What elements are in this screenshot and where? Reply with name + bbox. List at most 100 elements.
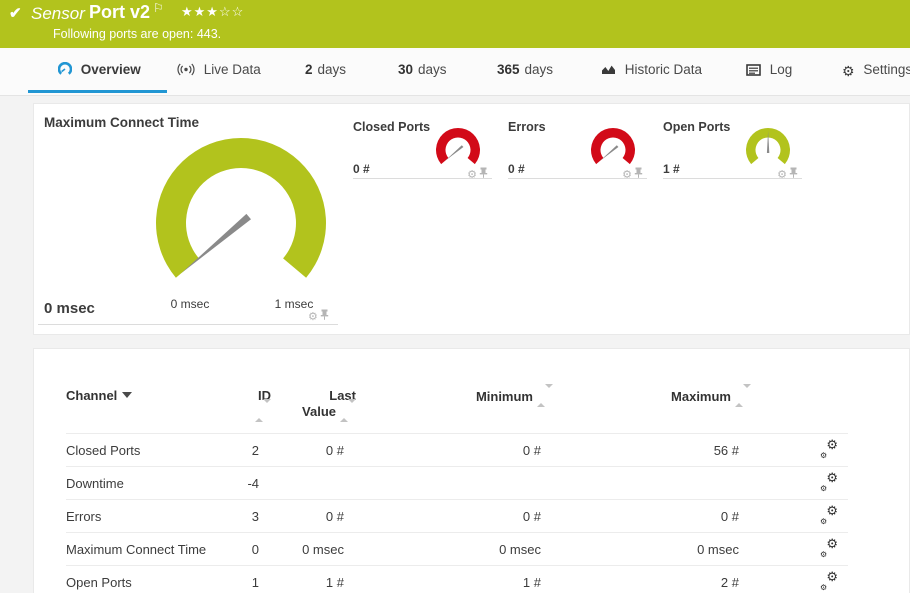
- gauge-needle: [600, 145, 619, 161]
- prtg-sensor-page: ✔ Sensor Port v2 ⚐ ★★★☆☆ Following ports…: [0, 0, 910, 593]
- sort-icon: [537, 384, 553, 407]
- tab-historic-data[interactable]: Historic Data: [601, 62, 702, 96]
- column-header-settings: [753, 376, 848, 434]
- channel-id: -4: [247, 475, 259, 491]
- tab-label: days: [524, 62, 554, 77]
- gauge-needle: [181, 213, 251, 274]
- pin-icon[interactable]: [789, 165, 798, 183]
- channel-name: Errors: [66, 508, 102, 524]
- column-header-channel[interactable]: Channel: [66, 376, 241, 434]
- status-ok-check-icon: ✔: [9, 5, 22, 22]
- tab-label: Overview: [80, 62, 141, 77]
- channel-minimum: 0 #: [522, 442, 541, 458]
- column-header-maximum[interactable]: Maximum: [555, 376, 753, 434]
- broadcast-icon: [177, 63, 195, 79]
- column-header-id[interactable]: ID: [241, 376, 273, 434]
- channel-minimum: 0 #: [522, 508, 541, 524]
- sensor-status-header: ✔ Sensor Port v2 ⚐ ★★★☆☆ Following ports…: [0, 0, 910, 48]
- channel-id: 3: [251, 508, 259, 524]
- small-gauge-value: 0 #: [353, 162, 370, 176]
- gauge-arc: [156, 138, 327, 278]
- card-action-icons: ⚙: [777, 165, 798, 183]
- tab-label: days: [418, 62, 447, 77]
- channel-maximum: 0 msec: [697, 541, 739, 557]
- channel-minimum: 1 #: [522, 574, 541, 590]
- small-gauge-card-closed-ports: Closed Ports 0 # ⚙: [346, 109, 496, 181]
- stars-filled[interactable]: ★★★: [181, 4, 219, 19]
- channel-minimum: 0 msec: [499, 541, 541, 557]
- gear-icon[interactable]: ⚙: [467, 169, 477, 181]
- channel-name: Open Ports: [66, 574, 132, 590]
- small-gauge-value: 0 #: [508, 162, 525, 176]
- tab-365-days[interactable]: 365 days: [497, 62, 553, 96]
- gear-icon[interactable]: ⚙: [777, 169, 787, 181]
- small-gauge-card-errors: Errors 0 # ⚙: [501, 109, 651, 181]
- channel-settings-icon[interactable]: ⚙ ⚙: [820, 503, 838, 526]
- tab-number: 2: [305, 62, 313, 77]
- card-divider: [508, 178, 647, 179]
- sensor-title: Port v2: [89, 2, 151, 22]
- sensor-status-message: Following ports are open: 443.: [53, 27, 222, 41]
- channel-settings-icon[interactable]: ⚙ ⚙: [820, 470, 838, 493]
- flag-icon[interactable]: ⚐: [153, 1, 164, 15]
- small-gauge-card-open-ports: Open Ports 1 # ⚙: [656, 109, 806, 181]
- card-divider: [663, 178, 802, 179]
- channel-name: Closed Ports: [66, 442, 141, 458]
- channels-table: Channel ID Last Value Minimum Maximum Cl…: [66, 376, 848, 593]
- channel-last-value: 0 #: [325, 508, 344, 524]
- channels-panel: Channel ID Last Value Minimum Maximum Cl…: [33, 348, 910, 593]
- tab-overview[interactable]: Overview: [28, 61, 167, 96]
- stars-empty[interactable]: ☆☆: [219, 4, 244, 19]
- column-label: Maximum: [671, 389, 731, 404]
- area-chart-icon: [601, 63, 616, 79]
- primary-gauge-value: 0 msec: [44, 300, 95, 317]
- channel-last-value: 1 #: [325, 574, 344, 590]
- gauge-scale-min: 0 msec: [171, 297, 210, 311]
- channel-maximum: 2 #: [720, 574, 739, 590]
- tab-label: Log: [769, 62, 793, 77]
- tab-30-days[interactable]: 30 days: [398, 62, 447, 96]
- tab-number: 365: [497, 62, 520, 77]
- gauge-needle: [445, 145, 464, 161]
- tab-label: Historic Data: [624, 62, 703, 77]
- column-header-minimum[interactable]: Minimum: [358, 376, 555, 434]
- tab-live-data[interactable]: Live Data: [177, 62, 261, 96]
- gauge-arc: [591, 127, 635, 165]
- primary-gauge-card: Maximum Connect Time 0 msec 1 msec 0 mse…: [34, 104, 346, 336]
- channel-settings-icon[interactable]: ⚙ ⚙: [820, 437, 838, 460]
- channel-maximum: 0 #: [720, 508, 739, 524]
- sort-icon: [340, 399, 356, 422]
- sort-icon: [255, 399, 271, 422]
- tab-2-days[interactable]: 2 days: [305, 62, 346, 96]
- pin-icon[interactable]: [479, 165, 488, 183]
- channel-name: Downtime: [66, 475, 124, 491]
- table-row: Closed Ports 2 0 # 0 # 56 # ⚙ ⚙: [66, 433, 848, 467]
- card-divider: [353, 178, 492, 179]
- card-action-icons: ⚙: [467, 165, 488, 183]
- tab-log[interactable]: Log: [746, 62, 792, 96]
- pin-icon[interactable]: [320, 307, 329, 325]
- priority-stars[interactable]: ★★★☆☆: [181, 4, 244, 20]
- primary-gauge: 0 msec 1 msec: [156, 138, 327, 311]
- channel-id: 2: [251, 442, 259, 458]
- gauges-panel: Maximum Connect Time 0 msec 1 msec 0 mse…: [33, 103, 910, 335]
- channel-settings-icon[interactable]: ⚙ ⚙: [820, 569, 838, 592]
- channel-id: 0: [251, 541, 259, 557]
- object-kind-label: Sensor: [31, 4, 85, 23]
- tab-settings[interactable]: ⚙ Settings: [842, 62, 910, 96]
- gear-icon[interactable]: ⚙: [308, 311, 318, 323]
- column-header-last-value[interactable]: Last Value: [273, 376, 358, 434]
- channel-id: 1: [251, 574, 259, 590]
- tab-label: Settings: [863, 62, 910, 77]
- channel-maximum: 56 #: [713, 442, 739, 458]
- channel-last-value: 0 msec: [302, 541, 344, 557]
- sort-icon: [735, 384, 751, 407]
- pin-icon[interactable]: [634, 165, 643, 183]
- channel-settings-icon[interactable]: ⚙ ⚙: [820, 536, 838, 559]
- column-label: Minimum: [475, 389, 533, 404]
- column-label: Channel: [66, 388, 118, 403]
- gear-icon[interactable]: ⚙: [622, 169, 632, 181]
- small-gauge-title: Errors: [508, 120, 546, 134]
- channel-last-value: [273, 467, 358, 500]
- card-action-icons: ⚙: [308, 307, 329, 325]
